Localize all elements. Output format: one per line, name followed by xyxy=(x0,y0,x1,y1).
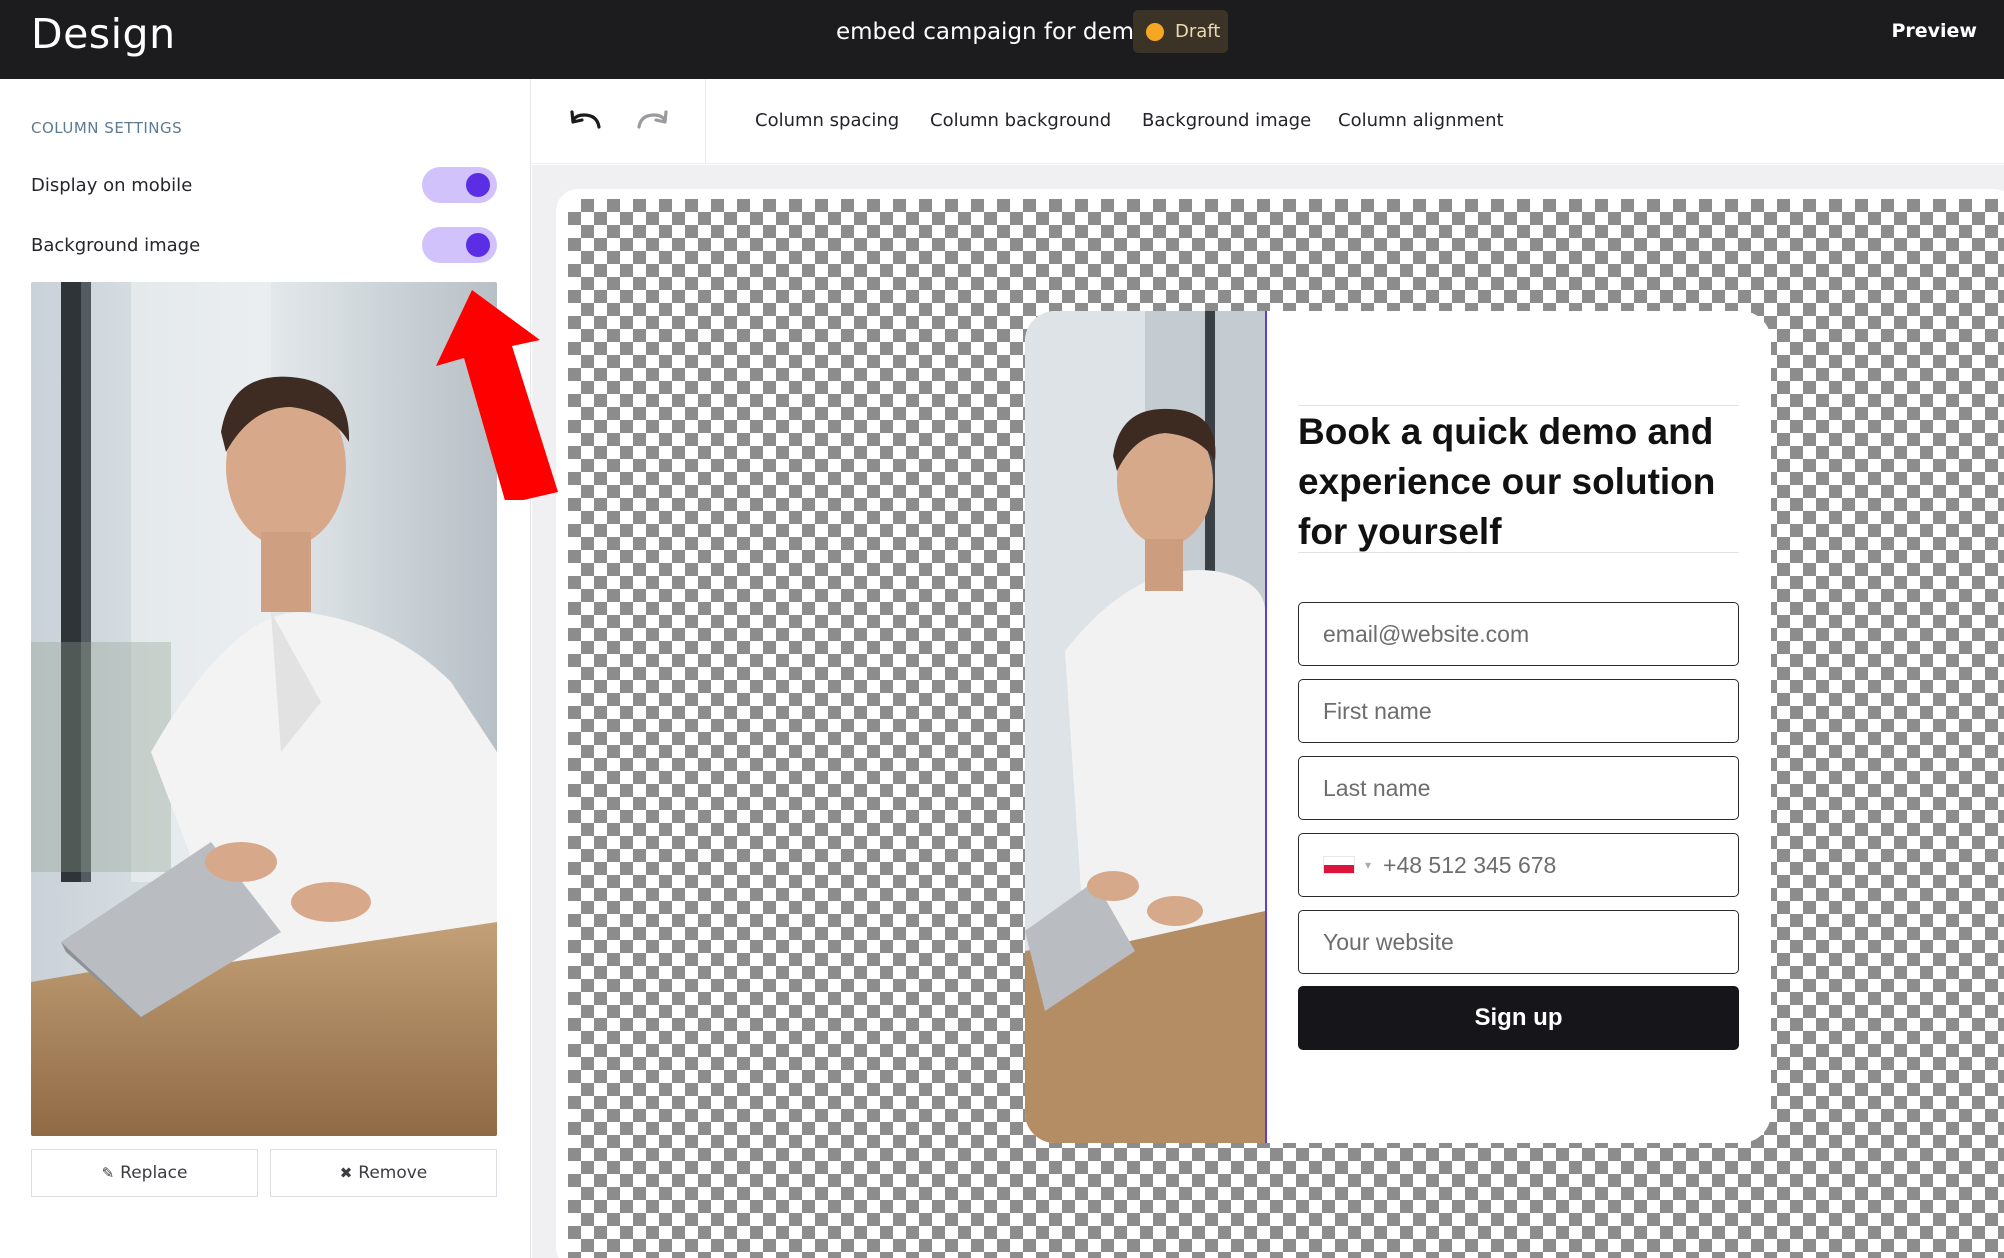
setting-label: Background image xyxy=(31,234,201,256)
setting-label: Display on mobile xyxy=(31,174,193,196)
preview-button[interactable]: Preview xyxy=(1891,20,1977,42)
last-name-field[interactable]: Last name xyxy=(1298,756,1739,820)
poland-flag-icon[interactable] xyxy=(1323,856,1355,874)
pencil-icon: ✎ xyxy=(101,1164,115,1182)
tab-background-image[interactable]: Background image xyxy=(1142,110,1311,131)
replace-label: Replace xyxy=(120,1163,188,1183)
phone-placeholder: +48 512 345 678 xyxy=(1383,851,1557,878)
status-badge-label: Draft xyxy=(1175,21,1221,42)
form-image-column[interactable] xyxy=(1025,311,1265,1143)
website-field[interactable]: Your website xyxy=(1298,910,1739,974)
background-image-preview xyxy=(31,282,497,1136)
form-headline[interactable]: Book a quick demo and experience our sol… xyxy=(1298,405,1739,553)
man-at-laptop-photo-image xyxy=(31,282,497,1136)
first-name-field[interactable]: First name xyxy=(1298,679,1739,743)
tab-column-background[interactable]: Column background xyxy=(930,110,1111,131)
toolbar-divider xyxy=(705,79,706,164)
status-badge: Draft xyxy=(1133,10,1228,53)
redo-icon[interactable] xyxy=(632,101,672,141)
setting-display-on-mobile: Display on mobile xyxy=(31,167,497,203)
replace-image-button[interactable]: ✎ Replace xyxy=(31,1149,258,1197)
top-bar: Design embed campaign for demo Draft Pre… xyxy=(0,0,2004,79)
man-at-laptop-photo-image xyxy=(1025,311,1265,1143)
tab-column-spacing[interactable]: Column spacing xyxy=(755,110,899,131)
app-title: Design xyxy=(31,10,176,58)
background-image-toggle[interactable] xyxy=(422,227,497,263)
image-actions: ✎ Replace ✖ Remove xyxy=(31,1149,497,1197)
email-field[interactable]: email@website.com xyxy=(1298,602,1739,666)
undo-arrow-icon xyxy=(570,110,601,129)
column-divider xyxy=(1265,311,1267,1143)
chevron-down-icon[interactable]: ▾ xyxy=(1365,858,1371,872)
column-settings-sidebar: COLUMN SETTINGS Display on mobile Backgr… xyxy=(0,79,531,1258)
toggle-knob xyxy=(466,173,490,197)
remove-image-button[interactable]: ✖ Remove xyxy=(270,1149,497,1197)
phone-field[interactable]: ▾ +48 512 345 678 xyxy=(1298,833,1739,897)
campaign-name[interactable]: embed campaign for demo xyxy=(836,19,1148,45)
sign-up-button[interactable]: Sign up xyxy=(1298,986,1739,1050)
tab-column-alignment[interactable]: Column alignment xyxy=(1338,110,1504,131)
section-title: COLUMN SETTINGS xyxy=(31,119,183,137)
status-dot-icon xyxy=(1146,22,1164,41)
toggle-knob xyxy=(466,233,490,257)
undo-icon[interactable] xyxy=(566,101,606,141)
redo-arrow-icon xyxy=(637,110,668,129)
embed-form-card[interactable]: Book a quick demo and experience our sol… xyxy=(1025,311,1771,1143)
display-on-mobile-toggle[interactable] xyxy=(422,167,497,203)
editor-toolbar: Column spacing Column background Backgro… xyxy=(532,79,2004,164)
setting-background-image: Background image xyxy=(31,227,497,263)
remove-label: Remove xyxy=(358,1163,428,1183)
close-icon: ✖ xyxy=(339,1164,353,1182)
annotation-arrow-icon xyxy=(436,290,558,500)
